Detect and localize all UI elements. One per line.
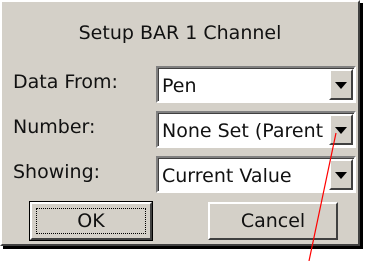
callout-pointer-line bbox=[308, 132, 337, 261]
callout-line bbox=[308, 132, 337, 261]
